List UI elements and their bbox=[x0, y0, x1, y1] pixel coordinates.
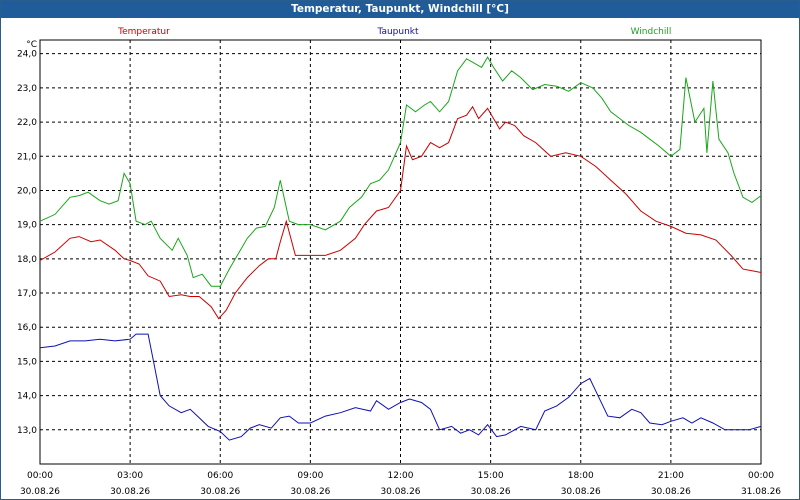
y-tick-label: 24,0 bbox=[17, 50, 37, 60]
y-tick-label: 16,0 bbox=[17, 323, 37, 333]
y-tick-label: 19,0 bbox=[17, 221, 37, 231]
y-tick-label: 14,0 bbox=[17, 392, 37, 402]
x-tick-time: 15:00 bbox=[478, 471, 504, 481]
y-axis-label: °C bbox=[26, 40, 37, 50]
y-tick-label: 13,0 bbox=[17, 426, 37, 436]
window-title: Temperatur, Taupunkt, Windchill [°C] bbox=[1, 1, 799, 18]
legend-item-taupunkt: Taupunkt bbox=[376, 27, 419, 37]
y-tick-labels: 24,0 23,0 22,0 21,0 20,0 19,0 18,0 17,0 16,0 15,0… bbox=[17, 50, 37, 436]
x-tick-date: 30.08.26 bbox=[651, 487, 691, 497]
x-tick-time: 18:00 bbox=[568, 471, 594, 481]
x-tick-date: 30.08.26 bbox=[20, 487, 60, 497]
y-tick-label: 21,0 bbox=[17, 152, 37, 162]
x-tick-time: 00:00 bbox=[27, 471, 53, 481]
legend-item-windchill: Windchill bbox=[631, 27, 672, 37]
x-tick-date: 30.08.26 bbox=[290, 487, 330, 497]
x-tick-time: 12:00 bbox=[388, 471, 414, 481]
x-tick-date: 30.08.26 bbox=[380, 487, 420, 497]
x-tick-date: 30.08.26 bbox=[200, 487, 240, 497]
x-tick-date: 31.08.26 bbox=[741, 487, 781, 497]
x-tick-labels: 00:00 30.08.26 03:00 30.08.26 06:00 30.08.26 0… bbox=[20, 471, 781, 497]
y-tick-label: 15,0 bbox=[17, 357, 37, 367]
line-chart: °C 24,0 23,0 22,0 21,0 20,0 19,0 18,0 17,0 16,0 1… bbox=[17, 27, 781, 497]
x-tick-time: 06:00 bbox=[207, 471, 233, 481]
x-tick-time: 03:00 bbox=[117, 471, 143, 481]
legend: Temperatur Taupunkt Windchill bbox=[117, 27, 671, 37]
y-tick-label: 17,0 bbox=[17, 289, 37, 299]
legend-item-temperatur: Temperatur bbox=[117, 27, 170, 37]
x-tick-time: 21:00 bbox=[658, 471, 684, 481]
x-tick-time: 09:00 bbox=[297, 471, 323, 481]
y-tick-label: 23,0 bbox=[17, 84, 37, 94]
y-tick-label: 20,0 bbox=[17, 186, 37, 196]
y-tick-label: 18,0 bbox=[17, 255, 37, 265]
y-tick-label: 22,0 bbox=[17, 118, 37, 128]
x-tick-date: 30.08.26 bbox=[110, 487, 150, 497]
x-tick-date: 30.08.26 bbox=[471, 487, 511, 497]
chart-window: Temperatur, Taupunkt, Windchill [°C] °C … bbox=[0, 0, 800, 500]
x-tick-date: 30.08.26 bbox=[561, 487, 601, 497]
x-tick-time: 00:00 bbox=[748, 471, 774, 481]
chart-grid bbox=[40, 40, 761, 464]
